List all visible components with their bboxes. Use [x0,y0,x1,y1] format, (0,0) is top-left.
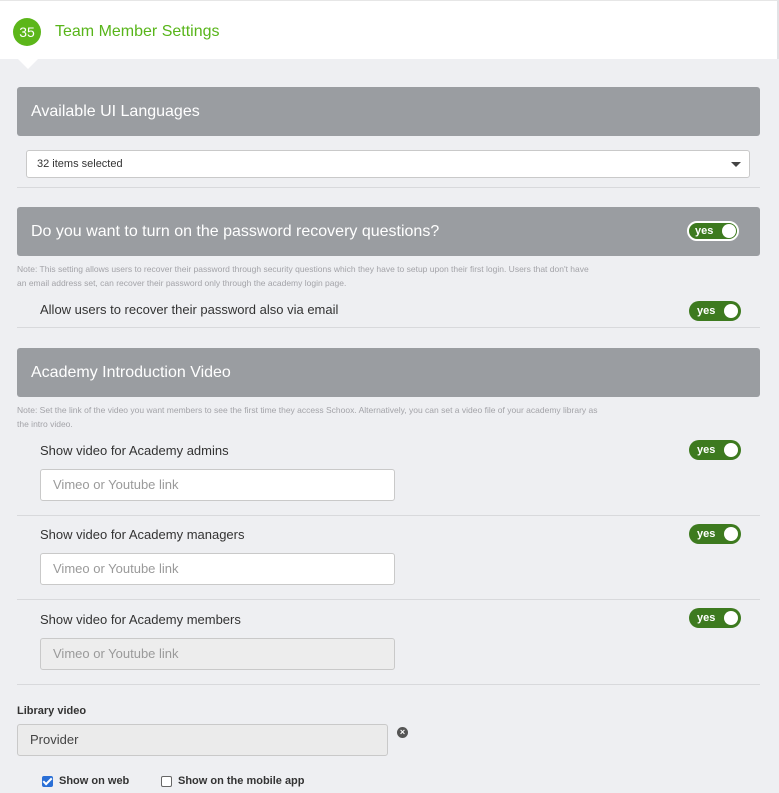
input-placeholder: Vimeo or Youtube link [53,477,179,492]
admins-video-link-input[interactable]: Vimeo or Youtube link [40,469,395,501]
members-video-link-input[interactable]: Vimeo or Youtube link [40,638,395,670]
toggle-label: yes [695,225,714,237]
provider-field[interactable]: Provider [17,724,388,756]
show-on-mobile-checkbox[interactable] [161,776,172,787]
intro-video-heading: Academy Introduction Video [31,364,231,381]
page-header: 35 Team Member Settings [0,0,779,69]
provider-value: Provider [30,732,79,747]
email-recovery-label: Allow users to recover their password al… [40,302,339,317]
managers-video-toggle[interactable]: yes [689,524,741,544]
show-on-web-label: Show on web [59,775,130,787]
languages-heading: Available UI Languages [31,103,200,120]
note-line: Note: This setting allows users to recov… [17,264,589,274]
password-recovery-heading: Do you want to turn on the password reco… [31,223,440,240]
toggle-label: yes [697,305,716,317]
note-line: the intro video. [17,419,73,429]
divider [17,599,760,600]
members-video-toggle[interactable]: yes [689,608,741,628]
password-recovery-toggle[interactable]: yes [687,221,739,241]
note-line: Note: Set the link of the video you want… [17,405,598,415]
toggle-knob [724,443,738,457]
library-video-label: Library video [17,705,87,717]
toggle-knob [724,611,738,625]
page-title: Team Member Settings [55,23,220,40]
toggle-knob [722,224,736,238]
header-pointer [18,59,38,69]
step-number-badge: 35 [13,18,41,46]
password-recovery-note: Note: This setting allows users to recov… [17,262,760,290]
show-on-mobile-label: Show on the mobile app [178,775,305,787]
input-placeholder: Vimeo or Youtube link [53,646,179,661]
admins-video-label: Show video for Academy admins [40,443,229,458]
toggle-label: yes [697,528,716,540]
toggle-knob [724,527,738,541]
ui-languages-select[interactable]: 32 items selected [26,150,750,178]
intro-video-note: Note: Set the link of the video you want… [17,403,760,431]
divider [17,327,760,328]
divider [17,684,760,685]
clear-icon[interactable]: × [397,727,408,738]
toggle-knob [724,304,738,318]
input-placeholder: Vimeo or Youtube link [53,561,179,576]
languages-section-header: Available UI Languages [17,87,760,136]
show-on-web-checkbox[interactable] [42,776,53,787]
toggle-label: yes [697,612,716,624]
divider [17,515,760,516]
admins-video-toggle[interactable]: yes [689,440,741,460]
members-video-label: Show video for Academy members [40,612,241,627]
managers-video-link-input[interactable]: Vimeo or Youtube link [40,553,395,585]
note-line: an email address set, can recover their … [17,278,347,288]
chevron-down-icon [731,162,741,167]
managers-video-label: Show video for Academy managers [40,527,245,542]
intro-video-section-header: Academy Introduction Video [17,348,760,397]
email-recovery-toggle[interactable]: yes [689,301,741,321]
toggle-label: yes [697,444,716,456]
divider [17,187,760,188]
ui-languages-select-value: 32 items selected [37,158,123,170]
password-recovery-section-header: Do you want to turn on the password reco… [17,207,760,256]
